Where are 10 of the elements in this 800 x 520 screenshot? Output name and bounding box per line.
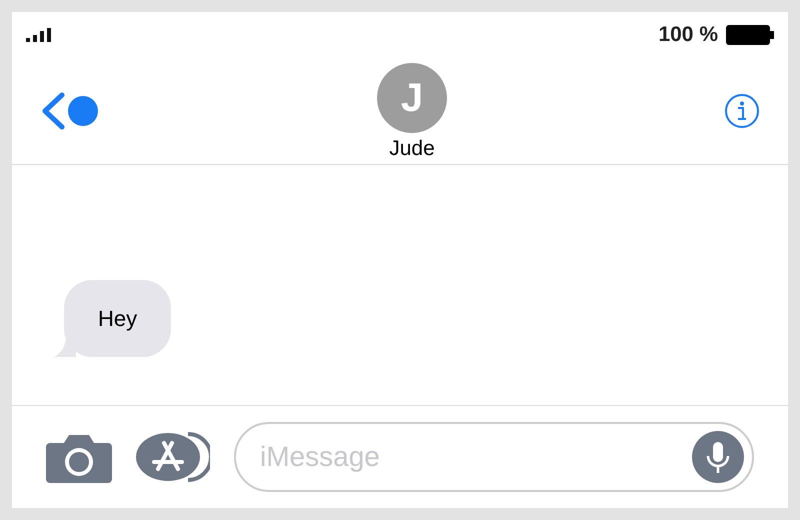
contact-name: Jude [389, 136, 435, 162]
battery-percentage: 100 % [658, 22, 718, 48]
signal-icon [26, 28, 52, 42]
back-button[interactable] [40, 90, 100, 130]
contact-avatar: J [377, 62, 447, 133]
info-button[interactable] [724, 92, 760, 128]
battery-icon [726, 24, 774, 44]
app-store-button[interactable] [136, 431, 210, 483]
microphone-button[interactable] [692, 431, 744, 483]
message-input-field[interactable]: iMessage [234, 422, 754, 492]
